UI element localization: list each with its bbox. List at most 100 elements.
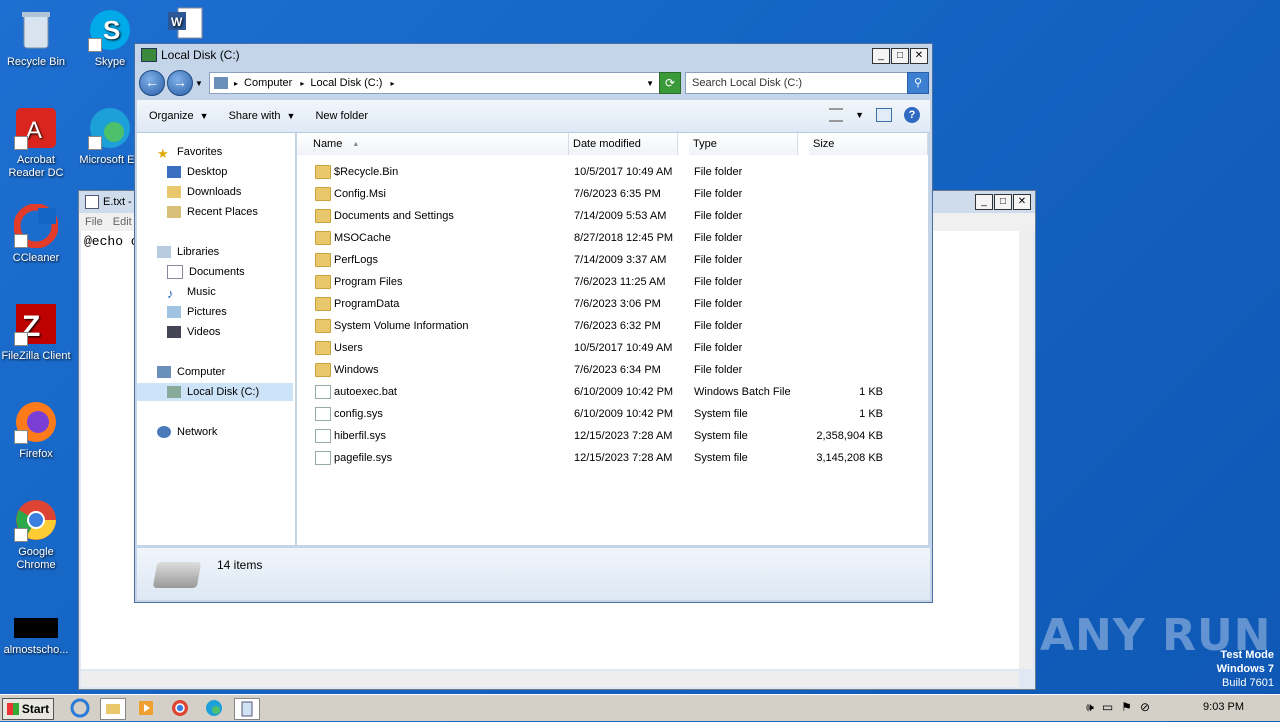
preview-pane-icon[interactable] [876,108,892,122]
back-button[interactable]: ← [139,70,165,96]
address-dropdown-icon[interactable]: ▼ [646,79,654,88]
desktop-icon-ccleaner[interactable]: CCleaner [0,203,74,265]
close-button[interactable]: ✕ [910,48,928,64]
folder-icon [315,341,331,355]
minimize-button[interactable]: _ [975,194,993,210]
breadcrumb-local-disk[interactable]: Local Disk (C:) [310,77,382,89]
file-row[interactable]: config.sys 6/10/2009 10:42 PM System file 1… [297,403,928,425]
address-bar[interactable]: ▸ Computer ▸ Local Disk (C:) ▸ ▼ [209,72,661,94]
test-mode-label: Test Mode Windows 7 Build 7601 [1216,649,1274,689]
search-icon[interactable]: ⚲ [907,72,929,94]
network-tray-icon[interactable]: ▭ [1102,700,1113,715]
horizontal-scrollbar[interactable] [81,671,1019,687]
music-icon: ♪ [167,286,174,301]
view-options-icon[interactable] [829,108,844,122]
vertical-scrollbar[interactable] [1019,231,1033,669]
tray-icon[interactable]: ⊘ [1140,700,1150,715]
nav-videos[interactable]: Videos [167,323,220,341]
chrome-taskbar-icon[interactable] [170,698,190,718]
edge-taskbar-icon[interactable] [204,698,224,718]
desktop-icon-recycle-bin[interactable]: Recycle Bin [0,8,74,69]
desktop-icon-almostscho[interactable]: almostscho... [0,616,74,657]
close-button[interactable]: ✕ [1013,194,1031,210]
menu-file[interactable]: File [85,216,103,228]
file-row[interactable]: Documents and Settings 7/14/2009 5:53 AM F… [297,205,928,227]
column-header-type[interactable]: Type [689,133,798,155]
nav-local-disk[interactable]: Local Disk (C:) [137,383,293,401]
nav-desktop[interactable]: Desktop [167,163,227,181]
explorer-taskbar-icon[interactable] [100,698,126,720]
nav-favorites[interactable]: ★ Favorites [157,143,222,161]
folder-icon [315,231,331,245]
pictures-icon [167,306,181,318]
network-icon [157,426,171,438]
organize-button[interactable]: Organize ▼ [149,110,209,122]
desktop-icon-filezilla[interactable]: Z FileZilla Client [0,302,74,363]
file-row[interactable]: autoexec.bat 6/10/2009 10:42 PM Windows Ba… [297,381,928,403]
file-row[interactable]: hiberfil.sys 12/15/2023 7:28 AM System fil… [297,425,928,447]
column-header-date[interactable]: Date modified [569,133,678,155]
nav-network[interactable]: Network [157,423,217,441]
file-size: 1 KB [859,408,883,420]
file-date: 10/5/2017 10:49 AM [574,342,673,354]
explorer-title-bar[interactable]: Local Disk (C:) [135,44,932,66]
command-bar: Organize ▼ Share with ▼ New folder ▼ ? [137,100,930,133]
nav-music[interactable]: ♪ Music [167,283,216,301]
chevron-down-icon[interactable]: ▼ [195,79,203,88]
desktop-icon-chrome[interactable]: Google Chrome [0,498,74,572]
notepad-taskbar-icon[interactable] [234,698,260,720]
file-date: 7/14/2009 5:53 AM [574,210,667,222]
clock[interactable]: 9:03 PM [1203,701,1244,713]
file-row[interactable]: MSOCache 8/27/2018 12:45 PM File folder [297,227,928,249]
maximize-button[interactable]: □ [994,194,1012,210]
file-row[interactable]: Users 10/5/2017 10:49 AM File folder [297,337,928,359]
file-date: 7/14/2009 3:37 AM [574,254,667,266]
file-type: File folder [694,254,743,266]
file-row[interactable]: $Recycle.Bin 10/5/2017 10:49 AM File folde… [297,161,928,183]
folder-icon [315,165,331,179]
column-header-name[interactable]: Name ▲ [297,133,569,155]
file-name: config.sys [334,408,383,420]
file-name: MSOCache [334,232,391,244]
search-input[interactable]: Search Local Disk (C:) [685,72,913,94]
refresh-button[interactable]: ⟳ [659,72,681,94]
recent-places-icon [167,206,181,218]
desktop-icon-firefox[interactable]: Firefox [0,400,74,461]
media-player-icon[interactable] [136,698,156,718]
nav-pictures[interactable]: Pictures [167,303,227,321]
nav-downloads[interactable]: Downloads [167,183,241,201]
breadcrumb-computer[interactable]: Computer [244,77,292,89]
file-row[interactable]: Config.Msi 7/6/2023 6:35 PM File folder [297,183,928,205]
menu-edit[interactable]: Edit [113,216,132,228]
explorer-window[interactable]: Local Disk (C:) _ □ ✕ ← → ▼ ▸ Computer ▸… [134,43,933,603]
file-row[interactable]: System Volume Information 7/6/2023 6:32 P… [297,315,928,337]
nav-libraries[interactable]: Libraries [157,243,219,261]
help-icon[interactable]: ? [904,107,920,123]
file-row[interactable]: Windows 7/6/2023 6:34 PM File folder [297,359,928,381]
new-folder-button[interactable]: New folder [315,110,368,122]
start-button[interactable]: Start [2,698,54,720]
share-with-button[interactable]: Share with ▼ [229,110,296,122]
minimize-button[interactable]: _ [872,48,890,64]
forward-button[interactable]: → [167,70,193,96]
desktop-icon-acrobat[interactable]: A Acrobat Reader DC [0,106,74,180]
file-row[interactable]: Program Files 7/6/2023 11:25 AM File folde… [297,271,928,293]
column-header-size[interactable]: Size [809,133,890,155]
action-center-icon[interactable]: ⚑ [1121,700,1132,715]
nav-documents[interactable]: Documents [167,263,245,281]
nav-computer[interactable]: Computer [157,363,225,381]
file-row[interactable]: PerfLogs 7/14/2009 3:37 AM File folder [297,249,928,271]
volume-icon[interactable]: 🕪 [1086,700,1094,715]
file-row[interactable]: ProgramData 7/6/2023 3:06 PM File folder [297,293,928,315]
file-date: 7/6/2023 6:32 PM [574,320,661,332]
ie-icon[interactable] [70,698,90,718]
folder-icon [315,363,331,377]
file-icon [315,385,331,399]
file-row[interactable]: pagefile.sys 12/15/2023 7:28 AM System fil… [297,447,928,469]
view-dropdown-icon[interactable]: ▼ [855,110,864,120]
column-header-extra[interactable] [889,133,928,155]
nav-recent-places[interactable]: Recent Places [167,203,258,221]
desktop-icon-label: Acrobat Reader DC [8,154,64,179]
maximize-button[interactable]: □ [891,48,909,64]
drive-icon [167,386,181,398]
